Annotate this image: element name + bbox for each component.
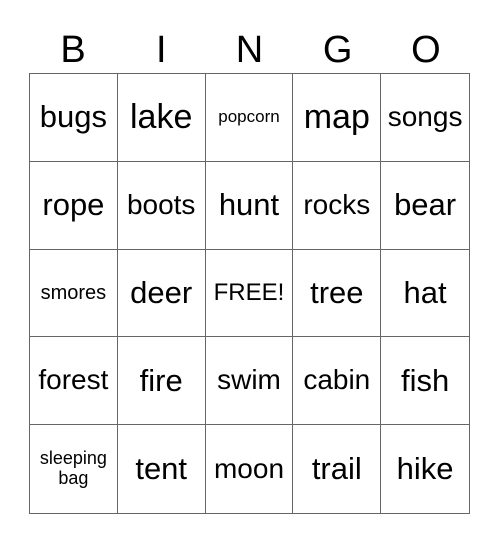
bingo-cell[interactable]: hunt <box>205 161 294 250</box>
bingo-cell[interactable]: rocks <box>293 161 382 250</box>
bingo-cell[interactable]: fire <box>117 337 206 426</box>
bingo-grid: bugs lake popcorn map songs rope boots hunt rock… <box>29 73 470 514</box>
bingo-cell[interactable]: bear <box>381 162 469 250</box>
header-letter-b: B <box>60 29 86 71</box>
bingo-cell[interactable]: map <box>293 74 382 162</box>
bingo-cell[interactable]: cabin <box>293 337 382 426</box>
bingo-cell[interactable]: fish <box>381 337 469 426</box>
header-letter-g: G <box>322 29 353 71</box>
header-letter-n: N <box>235 29 264 71</box>
bingo-cell[interactable]: trail <box>293 425 382 513</box>
bingo-cell[interactable]: boots <box>117 161 206 250</box>
bingo-cell[interactable]: popcorn <box>205 74 294 162</box>
bingo-cell[interactable]: tent <box>118 425 206 513</box>
free-space-cell[interactable]: FREE! <box>205 249 294 338</box>
bingo-cell[interactable]: rope <box>30 161 118 250</box>
bingo-cell[interactable]: hat <box>381 250 469 338</box>
header-letter-i: I <box>156 29 167 71</box>
bingo-cell[interactable]: lake <box>117 74 206 162</box>
header-letter-o: O <box>411 29 441 71</box>
bingo-cell[interactable]: swim <box>205 337 294 426</box>
bingo-cell[interactable]: smores <box>30 249 118 338</box>
bingo-cell[interactable]: sleeping bag <box>30 425 118 513</box>
bingo-cell[interactable]: forest <box>30 337 118 426</box>
bingo-cell[interactable]: moon <box>206 425 294 513</box>
bingo-cell[interactable]: deer <box>117 249 206 338</box>
bingo-cell[interactable]: hike <box>381 425 469 513</box>
bingo-cell[interactable]: songs <box>381 74 469 162</box>
bingo-cell[interactable]: tree <box>293 249 382 338</box>
bingo-cell[interactable]: bugs <box>30 74 118 162</box>
bingo-header: B I N G O <box>29 28 470 73</box>
